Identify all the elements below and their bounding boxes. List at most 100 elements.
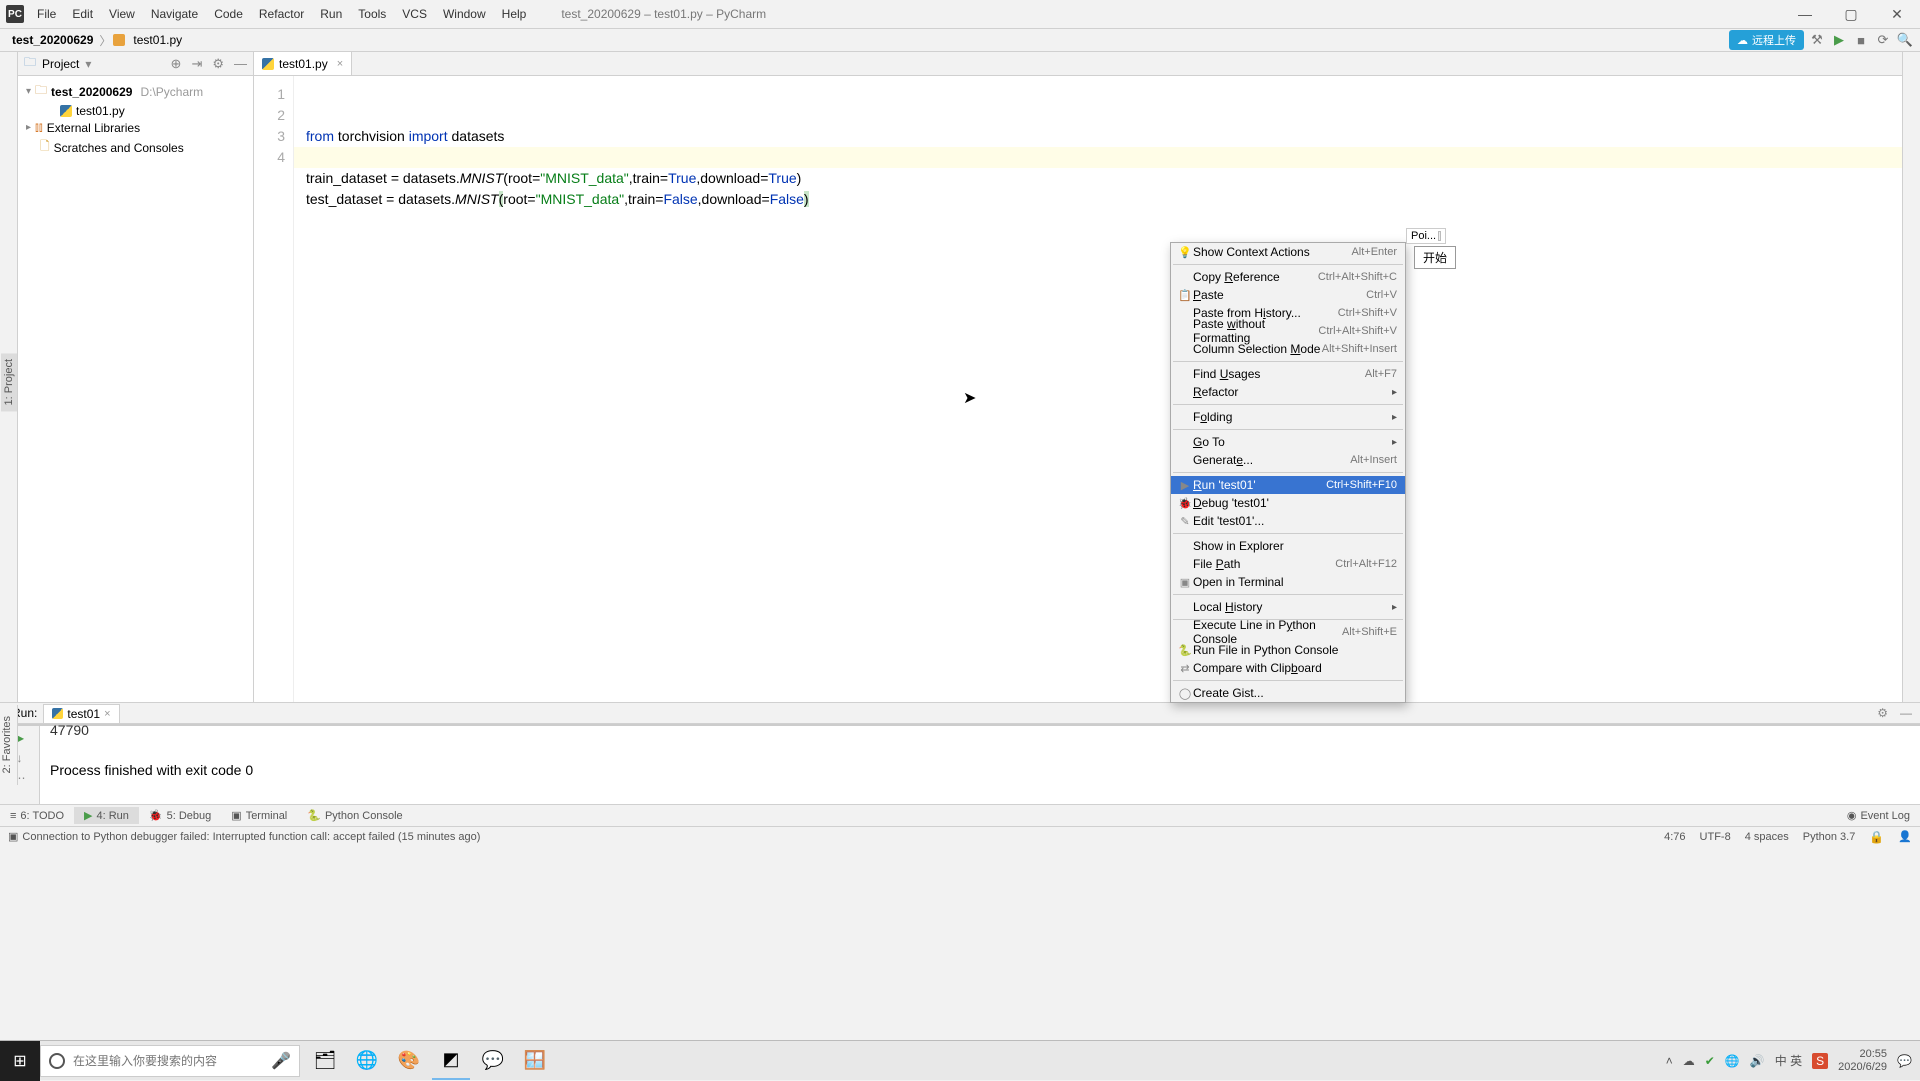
todo-tab[interactable]: ≡6: TODO [0, 808, 74, 824]
status-icon: ▣ [8, 830, 18, 843]
menu-code[interactable]: Code [207, 3, 250, 25]
tray-security-icon[interactable]: ✔ [1705, 1054, 1715, 1068]
python-console-tab[interactable]: 🐍Python Console [297, 807, 412, 824]
taskbar-search[interactable]: 🎤 [40, 1045, 300, 1077]
cloud-upload-button[interactable]: ☁ 远程上传 [1729, 30, 1804, 50]
file-encoding[interactable]: UTF-8 [1700, 831, 1731, 843]
menu-edit[interactable]: Edit [65, 3, 100, 25]
paint-icon[interactable]: 🎨 [390, 1042, 428, 1080]
tree-external-libs[interactable]: ▸ ⫾⫾ External Libraries [18, 119, 253, 136]
notifications-icon[interactable]: 💬 [1897, 1054, 1912, 1068]
hector-icon[interactable]: 👤 [1898, 830, 1912, 843]
menu-window[interactable]: Window [436, 3, 493, 25]
menu-vcs[interactable]: VCS [395, 3, 434, 25]
mic-icon[interactable]: 🎤 [271, 1051, 291, 1071]
project-tool-button[interactable]: 1: Project [1, 353, 17, 411]
tree-scratches[interactable]: 🗋 Scratches and Consoles [18, 136, 253, 159]
hide-icon[interactable]: — [234, 56, 247, 71]
editor-tab[interactable]: test01.py × [254, 52, 352, 75]
tray-network-icon[interactable]: 🌐 [1725, 1054, 1740, 1068]
menu-item-shortcut: Ctrl+Shift+V [1338, 307, 1397, 319]
settings-icon[interactable]: ⚙ [212, 56, 224, 72]
tree-root[interactable]: ▾ 🗀 test_20200629 D:\Pycharm [18, 80, 253, 103]
context-menu-item[interactable]: Refactor▸ [1171, 383, 1405, 401]
event-log-tab[interactable]: ◉Event Log [1837, 807, 1920, 824]
context-menu-item[interactable]: File PathCtrl+Alt+F12 [1171, 555, 1405, 573]
breadcrumb-project[interactable]: test_20200629 [8, 31, 97, 49]
build-icon[interactable]: ⚒ [1808, 31, 1826, 49]
menu-tools[interactable]: Tools [351, 3, 393, 25]
menu-file[interactable]: File [30, 3, 63, 25]
lock-icon[interactable]: 🔒 [1869, 830, 1884, 844]
context-menu-item[interactable]: Local History▸ [1171, 598, 1405, 616]
taskbar-clock[interactable]: 20:55 2020/6/29 [1838, 1048, 1887, 1074]
start-button-overlay[interactable]: 开始 [1414, 246, 1456, 269]
interpreter-info[interactable]: Python 3.7 [1803, 831, 1856, 843]
tray-onedrive-icon[interactable]: ☁ [1683, 1054, 1695, 1068]
editor-body[interactable]: 1234 from torchvision import datasets tr… [254, 76, 1920, 702]
wechat-icon[interactable]: 💬 [474, 1042, 512, 1080]
dropdown-icon[interactable]: ▾ [85, 57, 91, 71]
run-output[interactable]: 47790 Process finished with exit code 0 [40, 726, 1920, 804]
search-everywhere-icon[interactable]: 🔍 [1896, 31, 1914, 49]
context-menu-item[interactable]: Paste without FormattingCtrl+Alt+Shift+V [1171, 322, 1405, 340]
project-panel-title: Project [42, 57, 79, 71]
search-input[interactable] [73, 1054, 263, 1068]
expand-icon[interactable]: ▸ [26, 122, 31, 133]
context-menu-item[interactable]: Column Selection ModeAlt+Shift+Insert [1171, 340, 1405, 358]
pycharm-taskbar-icon[interactable]: ◩ [432, 1042, 470, 1080]
app-icon[interactable]: 🪟 [516, 1042, 554, 1080]
tray-sogou-icon[interactable]: S [1812, 1053, 1828, 1069]
menu-navigate[interactable]: Navigate [144, 3, 205, 25]
tray-volume-icon[interactable]: 🔊 [1750, 1054, 1765, 1068]
context-menu-item[interactable]: 🐍Run File in Python Console [1171, 641, 1405, 659]
start-button[interactable]: ⊞ [0, 1041, 40, 1081]
menu-help[interactable]: Help [495, 3, 534, 25]
update-icon[interactable]: ⟳ [1874, 31, 1892, 49]
file-explorer-icon[interactable]: 🗂 [306, 1042, 344, 1080]
collapse-icon[interactable]: ⇥ [191, 56, 202, 72]
context-menu-item[interactable]: 📋PasteCtrl+V [1171, 286, 1405, 304]
maximize-button[interactable]: ▢ [1828, 0, 1874, 28]
context-menu-item[interactable]: ▣Open in Terminal [1171, 573, 1405, 591]
minimize-button[interactable]: — [1782, 0, 1828, 28]
close-tab-icon[interactable]: × [337, 58, 343, 70]
menu-view[interactable]: View [102, 3, 142, 25]
context-menu-item[interactable]: Generate...Alt+Insert [1171, 451, 1405, 469]
context-menu-item[interactable]: Execute Line in Python ConsoleAlt+Shift+… [1171, 623, 1405, 641]
stop-icon[interactable]: ■ [1852, 31, 1870, 49]
context-menu-item[interactable]: ⇄Compare with Clipboard [1171, 659, 1405, 677]
context-menu-item[interactable]: Show in Explorer [1171, 537, 1405, 555]
run-settings-icon[interactable]: ⚙ [1877, 706, 1888, 720]
menu-run[interactable]: Run [313, 3, 349, 25]
context-menu-item[interactable]: Go To▸ [1171, 433, 1405, 451]
terminal-tab[interactable]: ▣Terminal [221, 807, 297, 824]
locate-icon[interactable]: ⊕ [171, 56, 182, 72]
context-menu-item[interactable]: ▶Run 'test01'Ctrl+Shift+F10 [1171, 476, 1405, 494]
context-menu-item[interactable]: Folding▸ [1171, 408, 1405, 426]
caret-position[interactable]: 4:76 [1664, 831, 1685, 843]
run-hide-icon[interactable]: — [1900, 706, 1912, 720]
debug-tab[interactable]: 🐞5: Debug [139, 807, 221, 824]
tray-ime[interactable]: 中 英 [1775, 1052, 1802, 1069]
float-hint-label: Poi... [1411, 230, 1436, 242]
code-area[interactable]: from torchvision import datasets train_d… [294, 76, 1920, 702]
run-bottom-tab[interactable]: ▶4: Run [74, 807, 139, 824]
favorites-tool-button[interactable]: 2: Favorites [0, 705, 18, 785]
close-run-tab-icon[interactable]: × [104, 708, 110, 720]
context-menu-item[interactable]: ◯Create Gist... [1171, 684, 1405, 702]
indent-info[interactable]: 4 spaces [1745, 831, 1789, 843]
context-menu-item[interactable]: Find UsagesAlt+F7 [1171, 365, 1405, 383]
chrome-icon[interactable]: 🌐 [348, 1042, 386, 1080]
tree-file[interactable]: test01.py [18, 103, 253, 119]
context-menu-item[interactable]: ✎Edit 'test01'... [1171, 512, 1405, 530]
close-button[interactable]: ✕ [1874, 0, 1920, 28]
context-menu-item[interactable]: 🐞Debug 'test01' [1171, 494, 1405, 512]
run-icon[interactable]: ▶ [1830, 31, 1848, 49]
breadcrumb-file[interactable]: test01.py [129, 31, 186, 49]
expand-icon[interactable]: ▾ [26, 86, 31, 97]
context-menu-item[interactable]: Copy ReferenceCtrl+Alt+Shift+C [1171, 268, 1405, 286]
tray-up-icon[interactable]: ˄ [1666, 1054, 1673, 1068]
menu-refactor[interactable]: Refactor [252, 3, 311, 25]
context-menu-item[interactable]: 💡Show Context ActionsAlt+Enter [1171, 243, 1405, 261]
